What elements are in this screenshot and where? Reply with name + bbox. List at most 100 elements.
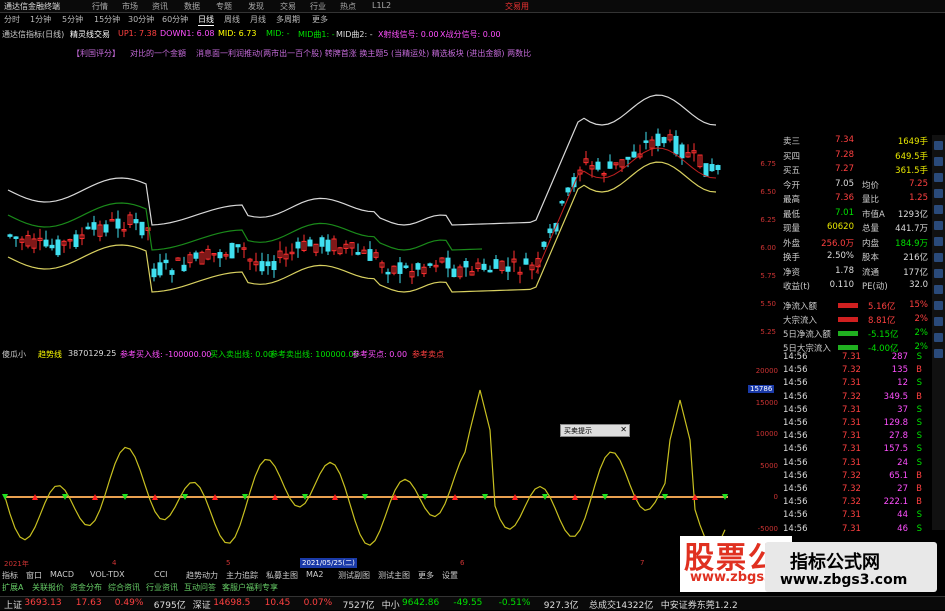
indicator-tab[interactable]: MACD [50,570,74,579]
menu-item-trade[interactable]: 交易 [280,1,296,12]
indicator-tab[interactable]: 设置 [442,570,458,581]
indicator-tab[interactable]: 私募主图 [266,570,298,581]
sidebar-tool-button[interactable] [934,205,943,214]
menu-item-market[interactable]: 市场 [122,1,138,12]
candle-body [91,222,97,230]
osc-cursor-value: 15786 [748,385,775,393]
info-tab[interactable]: 扩展A [2,582,23,593]
info-tab[interactable]: 综合资讯 [108,582,140,593]
trade-time: 14:56 [783,457,808,468]
price-tick: 6.75 [760,160,776,168]
period-30min[interactable]: 30分钟 [128,14,154,25]
indicator-tab[interactable]: 指标 [2,570,18,581]
status-item: 上证 [4,601,23,611]
candle-body [7,234,13,237]
trade-price: 7.31 [842,444,861,455]
status-item: 0.49% [114,598,144,608]
flow-value: 8.81亿 [868,316,896,326]
period-15min[interactable]: 15分钟 [94,14,120,25]
period-1min[interactable]: 1分钟 [30,14,51,25]
indicator-tab[interactable]: 窗口 [26,570,42,581]
trade-row: 14:56 7.31 44 S [780,510,930,524]
status-item: 0.07% [303,598,333,608]
info-strip-item: (两市出一百个股) 转牌首涨 换主题5 (当精运处) 精选板块 (进出金额) 两… [260,49,532,58]
sidebar-tool-button[interactable] [934,269,943,278]
candle-body [607,161,613,169]
price-axis: 6.75 6.50 6.25 6.00 5.75 5.50 5.25 [750,140,778,350]
period-weekly[interactable]: 周线 [224,14,240,25]
info-tab[interactable]: 互动问答 [184,582,216,593]
osc-tick: 15000 [755,399,778,407]
trade-volume: 27.8 [889,431,908,442]
oscillator-chart[interactable] [0,360,745,560]
indicator-tab[interactable]: MA2 [306,570,323,579]
quote-label: 股本 [862,253,880,263]
indicator-tab[interactable]: 测试主图 [378,570,410,581]
period-more[interactable]: 更多 [312,14,328,25]
sidebar-tool-button[interactable] [934,349,943,358]
indicator-tab[interactable]: 更多 [418,570,434,581]
candle-body [367,249,373,261]
trade-volume: 27 [897,484,908,494]
candle-body [49,244,55,249]
sub-indicator-title[interactable]: 趋势线 [38,349,62,360]
menu-item-data[interactable]: 数据 [184,1,200,12]
info-tab[interactable]: 行业资讯 [146,582,178,593]
candle-body [463,261,469,268]
sidebar-tool-button[interactable] [934,285,943,294]
indicator-title[interactable]: 精灵线交易 [70,29,110,40]
sidebar-tool-button[interactable] [934,333,943,342]
menu-item-quotes[interactable]: 行情 [92,1,108,12]
trade-row: 14:56 7.32 135 B [780,365,930,379]
quote-label: 外盘 [783,238,801,249]
menu-item-hot[interactable]: 热点 [340,1,356,12]
sidebar-tool-button[interactable] [934,157,943,166]
menu-item-l1l2[interactable]: L1L2 [372,1,391,10]
status-item: 6795亿 [153,601,186,611]
candlestick-chart[interactable] [0,60,745,350]
trade-login-link[interactable]: 交易用 [505,1,937,12]
quote-value: 1649手 [897,137,928,147]
sidebar-tool-button[interactable] [934,189,943,198]
indicator-tab[interactable]: 主力追踪 [226,570,258,581]
sidebar-tool-button[interactable] [934,253,943,262]
candle-body [547,228,553,234]
info-tab[interactable]: 关联报价 [32,582,64,593]
sidebar-tool-button[interactable] [934,237,943,246]
menu-item-industry[interactable]: 行业 [310,1,326,12]
period-monthly[interactable]: 月线 [250,14,266,25]
period-60min[interactable]: 60分钟 [162,14,188,25]
close-icon[interactable]: ✕ [620,425,627,434]
candle-body [43,239,49,247]
info-tab[interactable]: 资金分布 [70,582,102,593]
menu-item-topic[interactable]: 专题 [216,1,232,12]
trade-volume: 65.1 [889,470,908,481]
candle-body [307,239,313,247]
tooltip-popup[interactable]: 买卖提示 ✕ [560,424,630,437]
trade-volume: 37 [897,404,908,415]
trade-time: 14:56 [783,365,808,376]
sidebar-tool-button[interactable] [934,221,943,230]
indicator-tab[interactable]: CCI [154,570,168,579]
sub-indicator-name: 傻瓜小 [2,350,26,359]
price-tick: 5.50 [760,300,776,308]
date-cursor: 2021/05/25(二) [300,558,357,568]
info-strip-item: 【利国评分】 [72,49,120,58]
sidebar-tool-button[interactable] [934,317,943,326]
info-tab[interactable]: 客服户福利专享 [222,582,278,593]
sidebar-tool-button[interactable] [934,141,943,150]
indicator-tab[interactable]: 测试副图 [338,570,370,581]
period-multi[interactable]: 多周期 [276,14,300,25]
osc-tick: 5000 [760,462,778,470]
indicator-tab[interactable]: VOL-TDX [90,570,125,579]
menu-item-discover[interactable]: 发现 [248,1,264,12]
indicator-tab[interactable]: 趋势动力 [186,570,218,581]
period-daily[interactable]: 日线 [198,14,214,26]
trade-price: 7.32 [842,497,861,508]
sidebar-tool-button[interactable] [934,301,943,310]
period-tick[interactable]: 分时 [4,14,20,25]
period-5min[interactable]: 5分钟 [62,14,83,25]
sidebar-tool-button[interactable] [934,173,943,182]
menu-item-news[interactable]: 资讯 [152,1,168,12]
status-item: -49.55 [453,598,483,608]
